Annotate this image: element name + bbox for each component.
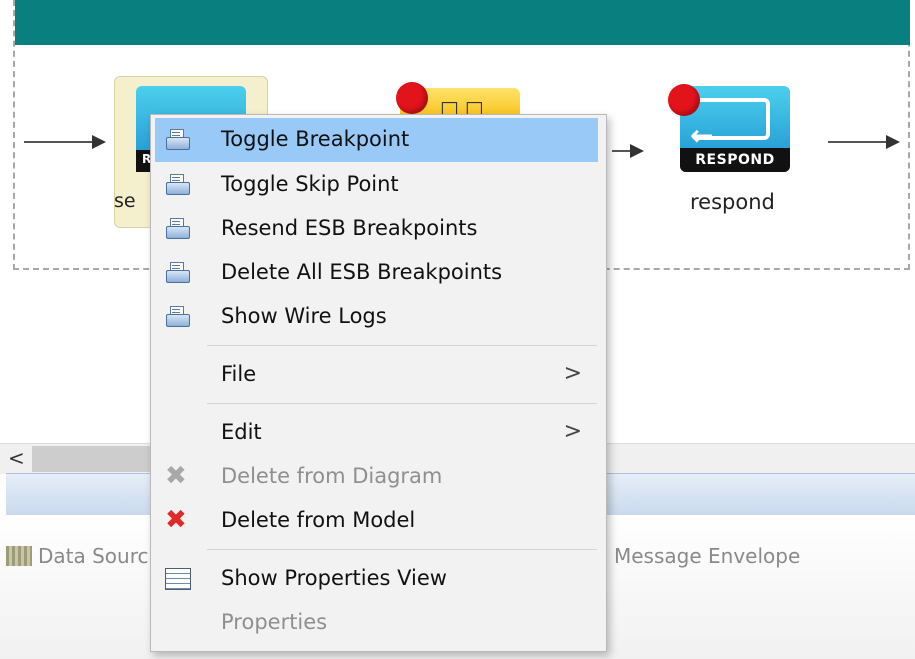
tab-data-source[interactable]: Data Sourc bbox=[6, 544, 149, 568]
delete-gray-icon: ✖ bbox=[165, 461, 187, 491]
menu-item-properties: Properties bbox=[221, 610, 328, 634]
respond-strip-label: RESPOND bbox=[695, 152, 775, 168]
printer-icon bbox=[165, 174, 190, 196]
flow-arrow-to-respond bbox=[612, 144, 644, 158]
menu-separator bbox=[207, 345, 597, 346]
respond-mediator-label: respond bbox=[690, 190, 775, 214]
scroll-thumb[interactable] bbox=[32, 446, 152, 472]
menu-item-toggle-breakpoint[interactable]: Toggle Breakpoint bbox=[155, 118, 598, 162]
menu-item-delete-from-model[interactable]: ✖ Delete from Model bbox=[151, 499, 606, 543]
menu-item-show-properties-view[interactable]: Show Properties View bbox=[151, 557, 606, 601]
respond-strip: RESPOND bbox=[680, 148, 790, 172]
context-menu: Toggle Breakpoint Toggle Skip Point Rese… bbox=[150, 114, 607, 652]
menu-item-toggle-skip-point[interactable]: Toggle Skip Point bbox=[151, 163, 606, 207]
tab-data-source-label: Data Sourc bbox=[38, 544, 149, 568]
flow-arrow-in bbox=[24, 135, 106, 149]
tab-message-envelope[interactable]: Message Envelope bbox=[614, 544, 800, 568]
printer-icon bbox=[165, 262, 190, 284]
menu-item-edit[interactable]: Edit > bbox=[151, 411, 606, 455]
menu-item-file[interactable]: File > bbox=[151, 353, 606, 397]
data-source-icon bbox=[6, 546, 32, 566]
menu-item-delete-from-diagram: ✖ Delete from Diagram bbox=[165, 461, 443, 491]
menu-item-resend-esb-breakpoints[interactable]: Resend ESB Breakpoints bbox=[151, 207, 606, 251]
chevron-right-icon: > bbox=[563, 361, 582, 386]
properties-table-icon bbox=[165, 568, 191, 590]
flow-arrow-out bbox=[828, 135, 900, 149]
respond-arrow-icon: ← bbox=[690, 119, 714, 152]
breakpoint-marker bbox=[396, 82, 428, 114]
menu-separator bbox=[207, 403, 597, 404]
scroll-left-button[interactable]: < bbox=[8, 446, 25, 470]
printer-icon bbox=[165, 306, 190, 328]
menu-separator bbox=[207, 549, 597, 550]
send-mediator-label: se bbox=[114, 190, 136, 212]
menu-item-delete-all-esb-breakpoints[interactable]: Delete All ESB Breakpoints bbox=[151, 251, 606, 295]
sequence-header-bar bbox=[15, 0, 910, 45]
printer-icon bbox=[165, 218, 190, 240]
menu-item-show-wire-logs[interactable]: Show Wire Logs bbox=[151, 295, 606, 339]
delete-red-icon: ✖ bbox=[165, 505, 187, 535]
printer-icon bbox=[165, 129, 190, 151]
chevron-right-icon: > bbox=[563, 419, 582, 444]
breakpoint-marker-respond bbox=[668, 84, 700, 116]
